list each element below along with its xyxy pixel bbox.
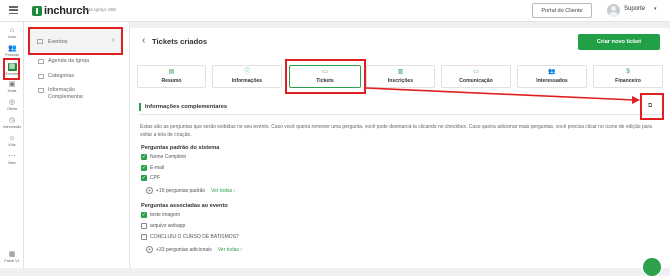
annotation-arrow xyxy=(365,87,640,104)
chat-fab-button[interactable] xyxy=(643,258,661,276)
